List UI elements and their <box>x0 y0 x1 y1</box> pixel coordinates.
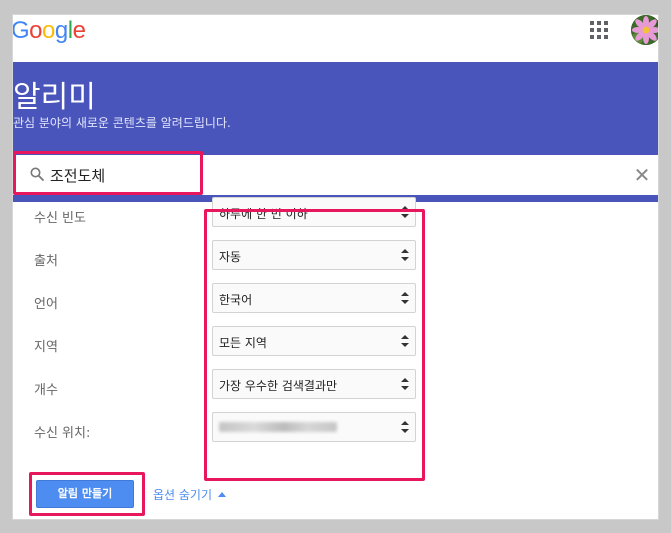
logo-letter: g <box>54 17 68 44</box>
avatar-flower-icon <box>631 15 658 45</box>
google-logo[interactable]: Google <box>12 17 86 45</box>
search-bar: ✕ <box>13 155 658 195</box>
option-row-region: 지역 모든 지역 <box>13 324 658 364</box>
create-alert-button[interactable]: 알림 만들기 <box>36 480 134 508</box>
hide-options-link[interactable]: 옵션 숨기기 <box>153 486 227 503</box>
select-value: 가장 우수한 검색결과만 <box>219 379 338 393</box>
page-title: 알리미 <box>13 80 96 115</box>
option-label: 수신 위치: <box>34 426 91 441</box>
frequency-select[interactable]: 하루에 한 번 이하 <box>212 197 416 227</box>
alerts-page: Google 알리미 관심 분야의 새로운 콘텐츠를 알려드립니다. 조전도체 … <box>12 14 659 520</box>
option-row-deliver-to: 수신 위치: <box>13 410 658 450</box>
language-select[interactable]: 한국어 <box>212 283 416 313</box>
region-select[interactable]: 모든 지역 <box>212 326 416 356</box>
select-value: 하루에 한 번 이하 <box>219 207 308 221</box>
select-arrows-icon <box>401 292 409 304</box>
apps-grid-icon[interactable] <box>590 21 608 39</box>
select-arrows-icon <box>401 421 409 433</box>
select-value: 자동 <box>219 250 242 264</box>
logo-letter: e <box>72 17 86 44</box>
search-input[interactable] <box>50 163 570 187</box>
chevron-up-icon <box>218 492 227 497</box>
option-row-count: 개수 가장 우수한 검색결과만 <box>13 367 658 407</box>
hide-options-label: 옵션 숨기기 <box>153 488 213 502</box>
logo-letter: o <box>29 17 43 44</box>
redacted-email <box>219 422 337 432</box>
logo-letter: G <box>12 17 30 44</box>
option-label: 수신 빈도 <box>34 211 86 226</box>
option-label: 지역 <box>34 340 58 355</box>
option-row-frequency: 수신 빈도 하루에 한 번 이하 <box>13 195 658 235</box>
option-row-source: 출처 자동 <box>13 238 658 278</box>
source-select[interactable]: 자동 <box>212 240 416 270</box>
user-avatar[interactable] <box>631 15 658 45</box>
option-row-language: 언어 한국어 <box>13 281 658 321</box>
select-value: 한국어 <box>219 293 253 307</box>
search-icon <box>30 167 44 181</box>
top-bar: Google <box>13 15 658 61</box>
select-arrows-icon <box>401 335 409 347</box>
select-arrows-icon <box>401 378 409 390</box>
deliver-to-select[interactable] <box>212 412 416 442</box>
select-value: 모든 지역 <box>219 336 267 350</box>
select-arrows-icon <box>401 206 409 218</box>
option-label: 출처 <box>34 254 58 269</box>
select-arrows-icon <box>401 249 409 261</box>
option-label: 개수 <box>34 383 58 398</box>
close-icon[interactable]: ✕ <box>631 164 653 186</box>
count-select[interactable]: 가장 우수한 검색결과만 <box>212 369 416 399</box>
option-label: 언어 <box>34 297 58 312</box>
logo-letter: o <box>42 17 55 44</box>
page-subtitle: 관심 분야의 새로운 콘텐츠를 알려드립니다. <box>13 116 231 130</box>
